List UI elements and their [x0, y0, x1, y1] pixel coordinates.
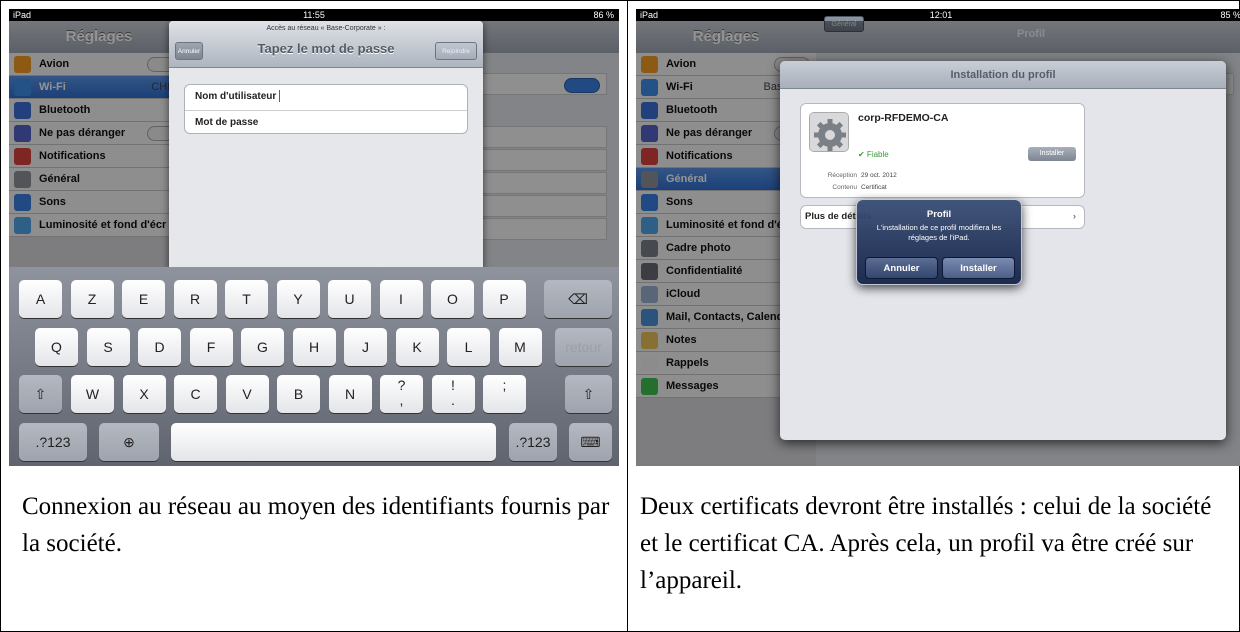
- received-value: 29 oct. 2012: [861, 172, 897, 179]
- clock: 11:55: [303, 10, 325, 20]
- key-g[interactable]: G: [241, 328, 284, 366]
- key-d[interactable]: D: [138, 328, 181, 366]
- key-f[interactable]: F: [189, 328, 233, 366]
- clock: 12:01: [929, 10, 953, 20]
- profile-name: corp-RFDEMO-CA: [858, 112, 949, 124]
- key-v[interactable]: V: [225, 375, 269, 413]
- numbers-key[interactable]: .?123: [509, 423, 557, 461]
- install-profile-button[interactable]: Installer: [1028, 147, 1076, 161]
- backspace-key[interactable]: ⌫: [544, 280, 612, 318]
- alert-message: L'installation de ce profil modifiera le…: [876, 223, 1002, 242]
- numbers-key[interactable]: .?123: [19, 423, 87, 461]
- key-h[interactable]: H: [292, 328, 336, 366]
- key-y[interactable]: Y: [276, 280, 320, 318]
- key-p[interactable]: P: [482, 280, 526, 318]
- punctuation-key[interactable]: ? ,: [380, 375, 423, 413]
- join-button[interactable]: Rejoindre: [435, 42, 477, 60]
- gear-icon: [809, 112, 849, 152]
- key-b[interactable]: B: [277, 375, 320, 413]
- password-field[interactable]: Mot de passe: [185, 110, 467, 135]
- globe-key[interactable]: ⊕: [99, 423, 159, 461]
- screenshot-profile-install: iPad 12:01 85 % Réglages AvionWi-FiBase-…: [636, 9, 1240, 466]
- key-r[interactable]: R: [173, 280, 217, 318]
- key-q[interactable]: Q: [35, 328, 78, 366]
- key-w[interactable]: W: [71, 375, 114, 413]
- dialog-header: Accès au réseau « Base-Corporate » : Ann…: [169, 21, 483, 68]
- profile-alert: Profil L'installation de ce profil modif…: [856, 199, 1022, 285]
- key-o[interactable]: O: [431, 280, 474, 318]
- alert-cancel-button[interactable]: Annuler: [865, 257, 938, 279]
- table-divider: [627, 0, 628, 632]
- key-s[interactable]: S: [86, 328, 130, 366]
- text-cursor: [279, 90, 281, 103]
- content-value: Certificat: [861, 184, 887, 191]
- trust-status: ✔ Fiable: [858, 150, 889, 159]
- shift-key[interactable]: ⇧: [565, 375, 612, 413]
- credentials-form: Nom d'utilisateur Mot de passe: [184, 84, 468, 134]
- hide-keyboard-key[interactable]: ⌨: [569, 423, 612, 461]
- battery-level: 86 %: [593, 10, 614, 20]
- key-l[interactable]: L: [447, 328, 490, 366]
- profile-card: corp-RFDEMO-CA ✔ Fiable Installer Récept…: [800, 103, 1085, 198]
- shift-key[interactable]: ⇧: [19, 375, 62, 413]
- status-bar: iPad 12:01 85 %: [636, 9, 1240, 21]
- caption-left: Connexion au réseau au moyen des identif…: [22, 493, 610, 557]
- username-field[interactable]: Nom d'utilisateur: [185, 85, 467, 110]
- received-label: Réception: [827, 172, 857, 179]
- key-i[interactable]: I: [379, 280, 423, 318]
- on-screen-keyboard: A Z E R T Y U I O P ⌫ Q S D F G H J K L Mretour ⇧ W X C V B N? ,! .…: [9, 267, 619, 466]
- key-c[interactable]: C: [174, 375, 217, 413]
- caption-right: Deux certificats devront être installés …: [640, 493, 1212, 594]
- key-u[interactable]: U: [328, 280, 371, 318]
- content-label: Contenu: [832, 184, 857, 191]
- dialog-subtitle: Accès au réseau « Base-Corporate » :: [266, 25, 386, 32]
- alert-install-button[interactable]: Installer: [942, 257, 1015, 279]
- alert-title: Profil: [926, 209, 952, 220]
- return-key[interactable]: retour: [555, 328, 612, 366]
- key-x[interactable]: X: [122, 375, 166, 413]
- key-j[interactable]: J: [344, 328, 387, 366]
- key-m[interactable]: M: [498, 328, 542, 366]
- punctuation-key[interactable]: ! .: [431, 375, 475, 413]
- key-k[interactable]: K: [395, 328, 439, 366]
- punctuation-key[interactable]: ;: [483, 375, 526, 413]
- received-row: Réception 29 oct. 2012: [811, 172, 897, 179]
- status-bar: iPad 11:55 86 %: [9, 9, 619, 21]
- screenshot-password-prompt: iPad 11:55 86 % Réglages Avion Wi-Fi CHRC B…: [9, 9, 619, 466]
- dialog-title: Installation du profil: [780, 61, 1226, 89]
- key-z[interactable]: Z: [70, 280, 114, 318]
- content-row: Contenu Certificat: [811, 184, 887, 191]
- key-n[interactable]: N: [328, 375, 372, 413]
- password-label: Mot de passe: [195, 117, 259, 128]
- chevron-right-icon: ›: [1072, 211, 1076, 222]
- key-t[interactable]: T: [225, 280, 268, 318]
- battery-level: 85 %: [1220, 10, 1240, 20]
- password-dialog: Accès au réseau « Base-Corporate » : Ann…: [169, 21, 483, 271]
- key-e[interactable]: E: [122, 280, 165, 318]
- space-bar[interactable]: [171, 423, 496, 461]
- username-label: Nom d'utilisateur: [195, 91, 277, 102]
- key-a[interactable]: A: [19, 280, 62, 318]
